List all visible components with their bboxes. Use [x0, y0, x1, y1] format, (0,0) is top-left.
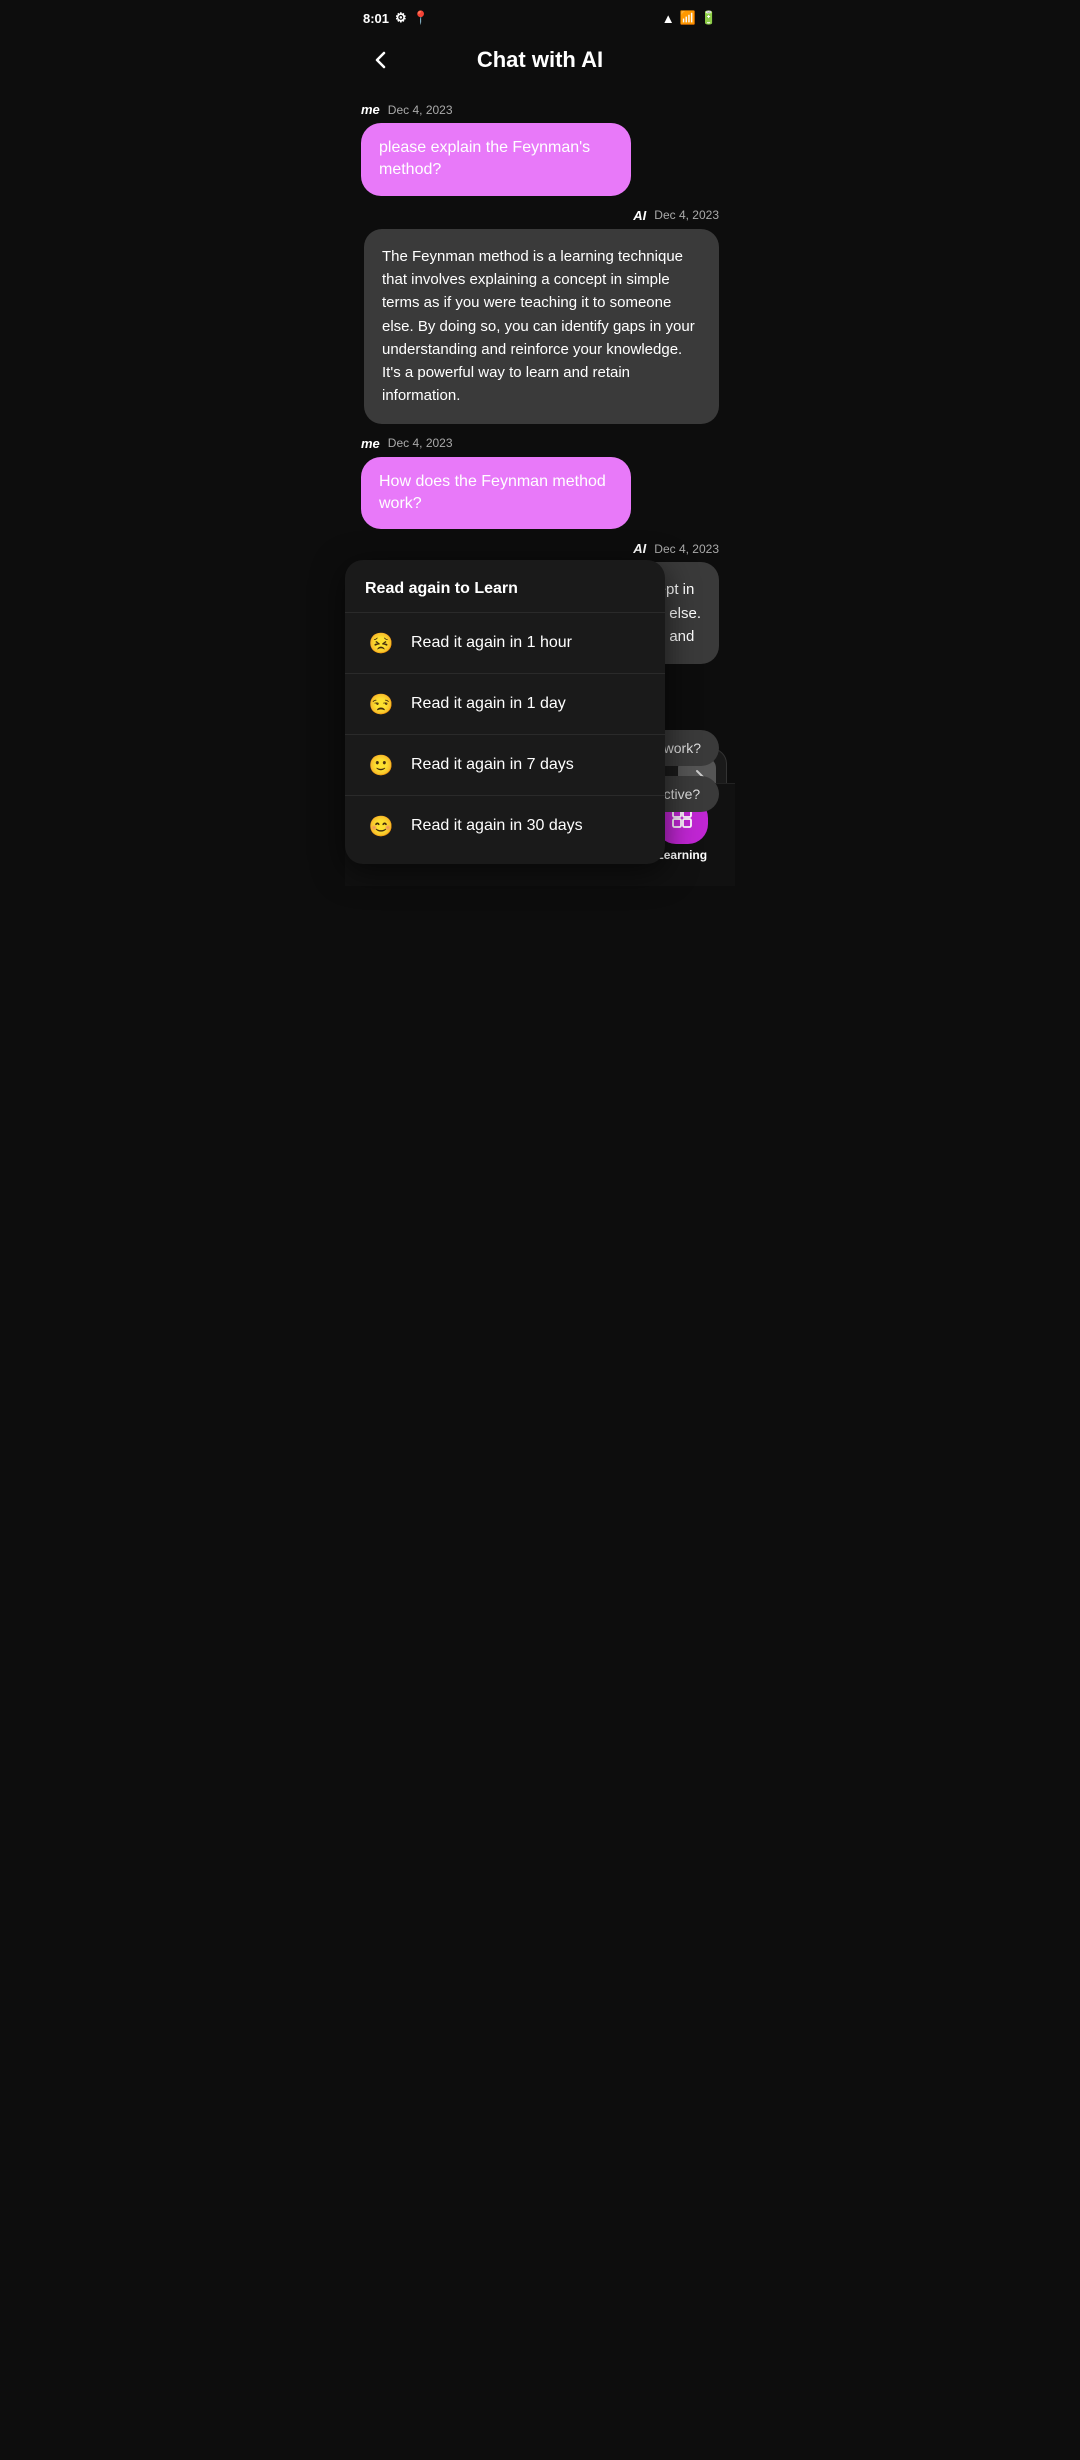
msg-meta-4: AI Dec 4, 2023: [361, 541, 719, 556]
status-right: ▲ 📶 🔋: [662, 10, 717, 26]
ai-bubble-1: The Feynman method is a learning techniq…: [364, 229, 719, 424]
user-bubble-2: How does the Feynman method work?: [361, 457, 631, 530]
read-1hour-label: Read it again in 1 hour: [411, 634, 572, 652]
read-1day-label: Read it again in 1 day: [411, 695, 566, 713]
read-again-7days[interactable]: 🙂 Read it again in 7 days: [345, 734, 665, 795]
settings-icon: ⚙: [395, 10, 407, 26]
location-icon: 📍: [413, 10, 429, 26]
signal-icon: 📶: [680, 10, 696, 26]
header: Chat with AI: [345, 32, 735, 94]
msg-meta-1: me Dec 4, 2023: [361, 102, 719, 117]
time-display: 8:01: [363, 11, 389, 26]
user-avatar-1: me: [361, 102, 380, 117]
msg-meta-3: me Dec 4, 2023: [361, 436, 719, 451]
msg-date-4: Dec 4, 2023: [654, 542, 719, 556]
message-row-1: me Dec 4, 2023 please explain the Feynma…: [361, 102, 719, 196]
wifi-icon: ▲: [662, 11, 675, 26]
read-again-30days[interactable]: 😊 Read it again in 30 days: [345, 795, 665, 856]
msg-date-2: Dec 4, 2023: [654, 208, 719, 222]
msg-date-3: Dec 4, 2023: [388, 436, 453, 450]
dropdown-title: Read again to Learn: [345, 564, 665, 612]
msg-date-1: Dec 4, 2023: [388, 103, 453, 117]
user-bubble-1: please explain the Feynman's method?: [361, 123, 631, 196]
page-title: Chat with AI: [399, 47, 681, 73]
read-again-dropdown: Read again to Learn 😣 Read it again in 1…: [345, 560, 665, 864]
happy-icon: 😊: [365, 810, 397, 842]
read-30days-label: Read it again in 30 days: [411, 817, 583, 835]
message-row-2: AI Dec 4, 2023 The Feynman method is a l…: [361, 208, 719, 424]
user-avatar-2: me: [361, 436, 380, 451]
msg-meta-2: AI Dec 4, 2023: [361, 208, 719, 223]
read-7days-label: Read it again in 7 days: [411, 756, 574, 774]
sad-icon-1: 😣: [365, 627, 397, 659]
read-again-1day[interactable]: 😒 Read it again in 1 day: [345, 673, 665, 734]
ai-avatar-1: AI: [633, 208, 646, 223]
read-again-1hour[interactable]: 😣 Read it again in 1 hour: [345, 612, 665, 673]
status-left: 8:01 ⚙ 📍: [363, 10, 429, 26]
message-row-3: me Dec 4, 2023 How does the Feynman meth…: [361, 436, 719, 530]
sad-icon-2: 😒: [365, 688, 397, 720]
status-bar: 8:01 ⚙ 📍 ▲ 📶 🔋: [345, 0, 735, 32]
neutral-icon: 🙂: [365, 749, 397, 781]
ai-avatar-2: AI: [633, 541, 646, 556]
back-button[interactable]: [363, 42, 399, 78]
battery-icon: 🔋: [701, 10, 717, 26]
